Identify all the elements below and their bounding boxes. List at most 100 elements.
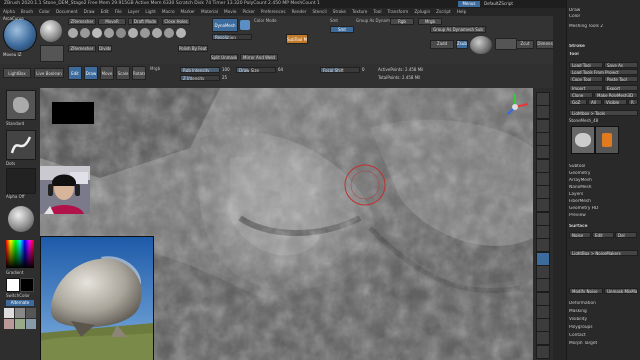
paste-tool-button[interactable]: Paste Tool [604, 76, 638, 82]
menu-item[interactable]: Layer [125, 8, 143, 16]
secondary-color-swatch[interactable] [20, 278, 34, 292]
inflate-brush-icon[interactable] [140, 28, 150, 38]
menu-item[interactable]: Preferences [258, 8, 289, 16]
mrgb-button[interactable]: Mrgb [418, 18, 442, 25]
menu-item[interactable]: Stroke [330, 8, 349, 16]
goz-button[interactable]: GoZ [569, 99, 587, 105]
clone-button[interactable]: Clone [569, 92, 593, 98]
polish-sphere-icon[interactable] [470, 36, 492, 54]
deformation-section[interactable]: Deformation [569, 301, 639, 307]
rgb-button[interactable]: Rgb [390, 18, 414, 25]
tool-thumb-simplebrush-icon[interactable] [595, 126, 619, 154]
actual-icon[interactable] [536, 145, 550, 160]
default-zscript-button[interactable]: DefaultZScript [484, 1, 524, 7]
meshing-tools-item[interactable]: Meshing Tools 2 [569, 24, 639, 30]
frame-icon[interactable] [536, 238, 550, 253]
pinch-brush-icon[interactable] [152, 28, 162, 38]
fibermesh-section[interactable]: FiberMesh [569, 199, 639, 205]
scale-mode-button[interactable]: Scale [116, 66, 130, 80]
xpose-icon[interactable] [536, 344, 550, 359]
split-unmasked-button[interactable]: Split Unmasked Points [210, 54, 238, 61]
lightbox-button[interactable]: LightBox [3, 68, 31, 78]
menu-item[interactable]: Marker [178, 8, 198, 16]
nanomesh-section[interactable]: NanoMesh [569, 185, 639, 191]
del-button[interactable]: Del [615, 232, 637, 238]
tool-menu-item[interactable]: Tool [569, 52, 639, 58]
menu-item[interactable]: Macro [159, 8, 178, 16]
trim-brush-icon[interactable] [128, 28, 138, 38]
zadd-button[interactable]: Zadd [430, 40, 454, 49]
move-mode-button[interactable]: Move [100, 66, 114, 80]
unmask-mixmask-button[interactable]: Unmask MixMask [604, 288, 638, 294]
swatch[interactable] [26, 308, 36, 318]
brush-preview-icon[interactable] [3, 18, 37, 52]
surface-section[interactable]: Surface [569, 224, 639, 230]
copy-tool-button[interactable]: Copy Tool [569, 76, 603, 82]
transp-icon[interactable] [536, 304, 550, 319]
alpha-off-icon[interactable] [6, 168, 36, 194]
zcut-button[interactable]: Zcut [516, 40, 534, 49]
move-icon[interactable] [536, 251, 550, 266]
menu-item[interactable]: Zplugin [411, 8, 433, 16]
dynamesh-blur-icon[interactable] [240, 20, 250, 30]
menu-item[interactable]: Draw [81, 8, 98, 16]
tool-thumbnail-icon[interactable] [40, 45, 64, 62]
local-icon[interactable] [536, 198, 550, 213]
alternate-button[interactable]: Alternate [6, 300, 34, 306]
noise-button[interactable]: Noise [569, 232, 591, 238]
r-button[interactable]: R [628, 99, 638, 105]
hpolish-brush-icon[interactable] [116, 28, 126, 38]
persp-icon[interactable] [536, 171, 550, 186]
menu-item[interactable]: Picker [239, 8, 257, 16]
swatch[interactable] [15, 319, 25, 329]
stroke-dots-icon[interactable] [6, 130, 36, 160]
modify-noise-button[interactable]: Modify Noise [569, 288, 603, 294]
rotate-mode-button[interactable]: Rotate [132, 66, 146, 80]
mover-button[interactable]: MoveR [98, 18, 126, 25]
swatch[interactable] [4, 308, 14, 318]
spix-icon[interactable] [536, 105, 550, 120]
subtool-section[interactable]: Subtool [569, 164, 639, 170]
material-icon[interactable] [8, 206, 34, 232]
export-button[interactable]: Export [604, 85, 638, 91]
ghost-icon[interactable] [536, 318, 550, 333]
menu-item[interactable]: Zscript [433, 8, 454, 16]
draw-size-slider[interactable]: Draw Size [236, 67, 276, 73]
menu-item[interactable]: File [112, 8, 125, 16]
mirror-weld-button[interactable]: Mirror And Weld [240, 54, 278, 61]
menus-button[interactable]: Menus [458, 1, 480, 7]
dam-standard-brush-icon[interactable] [104, 28, 114, 38]
scale-icon[interactable] [536, 264, 550, 279]
menu-item[interactable]: Transform [384, 8, 411, 16]
clay-brush-icon[interactable] [68, 28, 78, 38]
edit-mode-button[interactable]: Edit [68, 66, 82, 80]
load-tool-button[interactable]: Load Tool [569, 62, 603, 68]
live-boolean-button[interactable]: Live Boolean [34, 68, 64, 78]
slash-brush-icon[interactable] [164, 28, 174, 38]
draw-mode-button[interactable]: Draw [84, 66, 98, 80]
standard-brush-icon[interactable] [80, 28, 90, 38]
load-from-project-button[interactable]: Load Tools From Project [569, 69, 638, 75]
menu-item[interactable]: Stencil [309, 8, 329, 16]
zoom-icon[interactable] [536, 131, 550, 146]
resolution-slider[interactable]: Resolution [212, 34, 252, 40]
polish-by-features-button[interactable]: Polish By Features [178, 45, 208, 52]
lightbox-noisemakers-button[interactable]: LightBox > NoiseMakers [569, 250, 638, 256]
layers-section[interactable]: Layers [569, 192, 639, 198]
main-color-swatch[interactable] [6, 278, 20, 292]
stroke-menu-item[interactable]: Stroke [569, 44, 639, 50]
close-holes-button[interactable]: Close Holes [162, 18, 190, 25]
switch-color-label[interactable]: SwitchColor [6, 293, 30, 298]
all-button[interactable]: All [588, 99, 602, 105]
arraymesh-section[interactable]: ArrayMesh [569, 178, 639, 184]
move-brush-icon[interactable] [92, 28, 102, 38]
lsym-icon[interactable] [536, 211, 550, 226]
contact-section[interactable]: Contact [569, 333, 639, 339]
morph-target-section[interactable]: Morph Target [569, 341, 639, 347]
subtool-master-button[interactable]: SubTool Master [286, 34, 308, 44]
aahalf-icon[interactable] [536, 158, 550, 173]
geometry-hd-section[interactable]: Geometry HD [569, 206, 639, 212]
menu-item[interactable]: Help [454, 8, 470, 16]
edit-button[interactable]: Edit [592, 232, 614, 238]
dynamesh-button[interactable]: DynaMesh [212, 18, 238, 32]
